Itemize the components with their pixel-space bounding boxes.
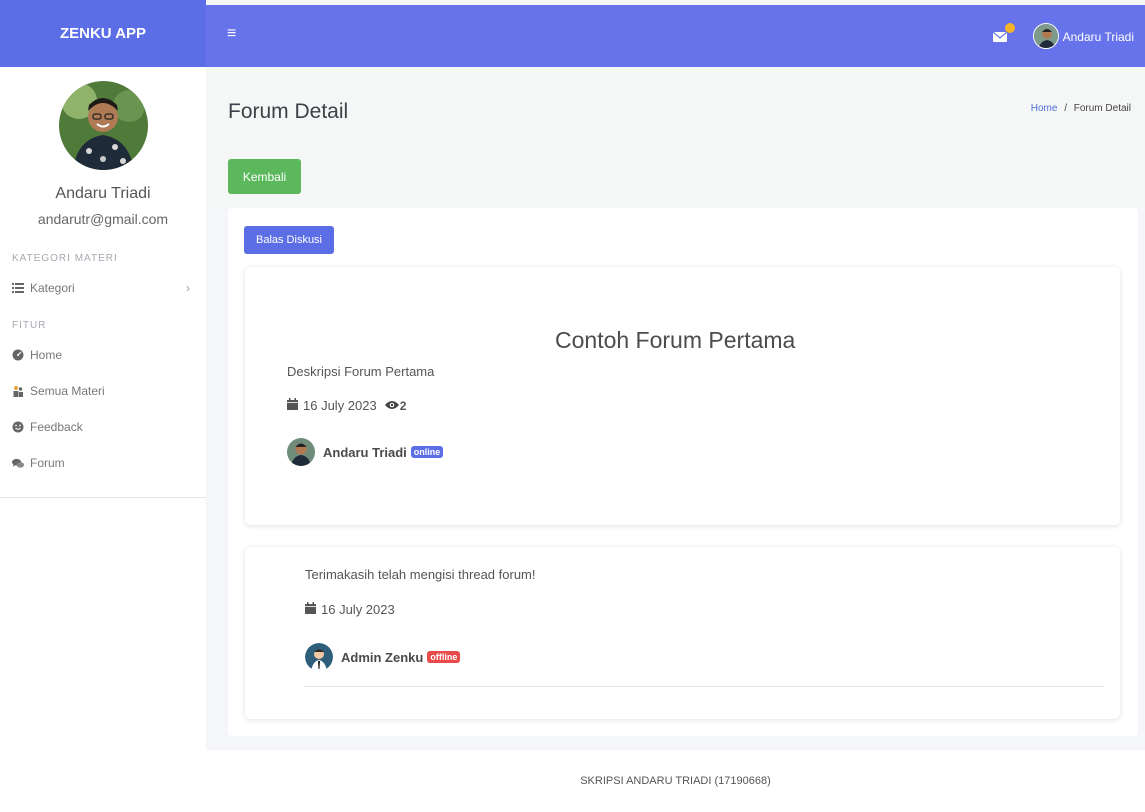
reply-discussion-button[interactable]: Balas Diskusi [244,226,334,254]
sidebar-item-home[interactable]: Home [0,337,206,373]
sidebar: ZENKU APP Andaru Triadi andarutr@gmail.c… [0,0,206,812]
breadcrumb-separator: / [1064,103,1067,114]
thread-date: 16 July 2023 [303,398,377,413]
topbar: ≡ Andaru Triadi [206,5,1145,67]
notification-badge [1005,23,1015,33]
sidebar-item-semua-materi[interactable]: Semua Materi [0,373,206,409]
sidebar-item-label: Kategori [30,281,75,295]
reply-divider [304,686,1104,687]
breadcrumb-home-link[interactable]: Home [1031,103,1058,114]
breadcrumb-current: Forum Detail [1073,103,1131,114]
list-icon [12,282,24,294]
sidebar-item-label: Feedback [30,420,83,434]
sidebar-item-label: Forum [30,456,65,470]
thread-card [245,267,1120,525]
thread-views: 2 [399,398,407,413]
thread-meta: 16 July 2023 2 [287,398,406,413]
smile-icon [12,421,24,433]
reply-meta: 16 July 2023 [305,602,395,617]
reply-text: Terimakasih telah mengisi thread forum! [305,567,536,582]
back-button[interactable]: Kembali [228,159,301,194]
content-header [206,67,1145,207]
profile-panel: Andaru Triadi andarutr@gmail.com [0,67,206,227]
profile-name: Andaru Triadi [55,185,151,202]
thread-author: Andaru Triadi online [287,438,444,466]
brand-logo[interactable]: ZENKU APP [0,0,206,67]
sidebar-item-forum[interactable]: Forum [0,445,206,481]
menu-header-fitur: FITUR [12,320,47,331]
profile-email: andarutr@gmail.com [37,211,169,227]
breadcrumb: Home / Forum Detail [1031,103,1131,114]
reply-date: 16 July 2023 [321,602,395,617]
calendar-icon [305,602,316,617]
thread-description: Deskripsi Forum Pertama [287,364,435,379]
author-name: Admin Zenku [341,649,424,665]
thread-title: Contoh Forum Pertama [555,327,796,353]
profile-avatar [58,81,148,170]
chevron-right-icon: › [186,281,190,295]
sidebar-divider [0,497,206,498]
calendar-icon [287,398,298,413]
sidebar-item-kategori[interactable]: Kategori › [0,270,206,306]
sidebar-item-label: Home [30,348,63,362]
reply-author: Admin Zenku offline [305,643,461,671]
status-badge: online [410,446,444,458]
users-icon [12,385,24,397]
status-badge: offline [427,651,461,663]
user-name[interactable]: Andaru Triadi [1063,30,1134,44]
comments-icon [12,457,24,469]
author-name: Andaru Triadi [323,444,407,460]
dashboard-icon [12,349,24,361]
hamburger-menu-icon[interactable]: ≡ [227,25,236,43]
author-avatar [287,438,315,466]
menu-header-kategori: KATEGORI MATERI [12,253,118,264]
footer: SKRIPSI ANDARU TRIADI (17190668) [206,750,1145,812]
sidebar-item-label: Semua Materi [30,384,105,398]
eye-icon [384,398,399,413]
page-title: Forum Detail [228,100,349,123]
admin-avatar [305,643,333,671]
user-avatar[interactable] [1033,23,1059,49]
sidebar-item-feedback[interactable]: Feedback [0,409,206,445]
